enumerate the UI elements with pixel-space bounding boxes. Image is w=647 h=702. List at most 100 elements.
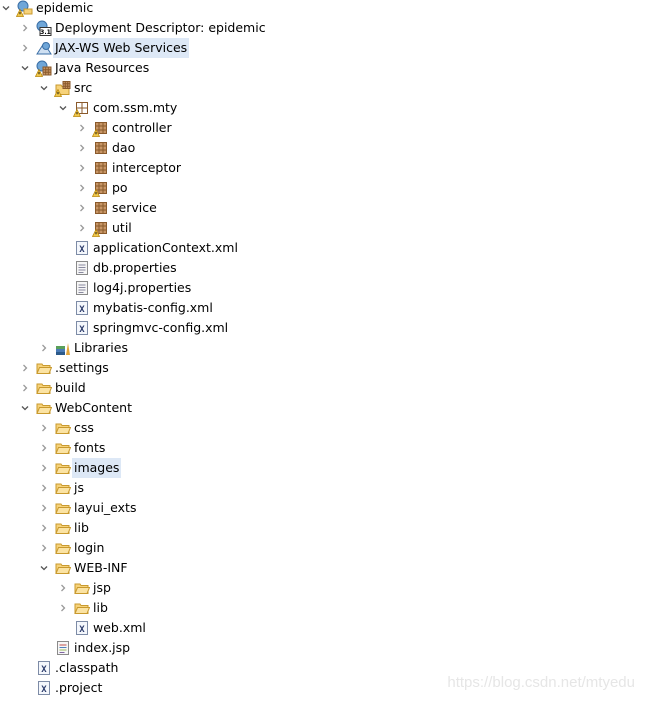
tree-item[interactable]: fonts [0,438,647,458]
tree-item-label[interactable]: lib [91,598,110,618]
tree-item[interactable]: log4j.properties [0,278,647,298]
tree-item-label[interactable]: index.jsp [72,638,132,658]
tree-item-label[interactable]: controller [110,118,174,138]
tree-item[interactable]: build [0,378,647,398]
tree-item-label[interactable]: interceptor [110,158,183,178]
tree-item-label[interactable]: layui_exts [72,498,138,518]
tree-item[interactable]: images [0,458,647,478]
chevron-right-icon[interactable] [38,478,50,498]
tree-item-label[interactable]: src [72,78,94,98]
tree-item-label[interactable]: lib [72,518,91,538]
tree-item[interactable]: lib [0,518,647,538]
chevron-right-icon[interactable] [38,458,50,478]
chevron-down-icon[interactable] [38,558,50,578]
tree-item-label[interactable]: .project [53,678,104,698]
chevron-right-icon[interactable] [57,578,69,598]
tree-item-label[interactable]: db.properties [91,258,179,278]
tree-item-label[interactable]: .settings [53,358,111,378]
chevron-right-icon[interactable] [19,38,31,58]
chevron-right-icon[interactable] [76,158,88,178]
chevron-down-icon[interactable] [57,98,69,118]
folder-icon [55,440,72,456]
tree-item[interactable]: JAX-WS Web Services [0,38,647,58]
tree-item[interactable]: Xspringmvc-config.xml [0,318,647,338]
tree-item-label[interactable]: JAX-WS Web Services [53,38,190,58]
tree-item-label[interactable]: epidemic [34,0,95,18]
tree-item[interactable]: Xmybatis-config.xml [0,298,647,318]
tree-item-label[interactable]: springmvc-config.xml [91,318,230,338]
tree-item[interactable]: css [0,418,647,438]
chevron-down-icon[interactable] [38,78,50,98]
tree-item-label[interactable]: com.ssm.mty [91,98,179,118]
chevron-right-icon[interactable] [57,598,69,618]
tree-item-label[interactable]: Libraries [72,338,130,358]
tree-item-label[interactable]: util [110,218,134,238]
tree-item-label[interactable]: web.xml [91,618,148,638]
chevron-right-icon[interactable] [19,358,31,378]
tree-item[interactable]: js [0,478,647,498]
chevron-right-icon[interactable] [76,118,88,138]
chevron-right-icon[interactable] [76,178,88,198]
chevron-right-icon[interactable] [76,138,88,158]
chevron-right-icon[interactable] [38,438,50,458]
chevron-right-icon[interactable] [38,338,50,358]
xml-file-icon: X [74,240,90,256]
svg-text:X: X [79,245,85,255]
tree-item-label[interactable]: .classpath [53,658,120,678]
tree-item[interactable]: controller [0,118,647,138]
tree-item[interactable]: Java Resources [0,58,647,78]
tree-item[interactable]: lib [0,598,647,618]
java-resources-icon [35,60,52,77]
tree-item-label[interactable]: Deployment Descriptor: epidemic [53,18,268,38]
tree-item-label[interactable]: js [72,478,86,498]
tree-item-label[interactable]: login [72,538,106,558]
tree-item[interactable]: dao [0,138,647,158]
chevron-right-icon[interactable] [76,218,88,238]
tree-item-label[interactable]: dao [110,138,137,158]
tree-item[interactable]: epidemic [0,0,647,18]
chevron-down-icon[interactable] [19,58,31,78]
tree-item[interactable]: 3.1 Deployment Descriptor: epidemic [0,18,647,38]
tree-item[interactable]: jsp [0,578,647,598]
tree-item-label[interactable]: applicationContext.xml [91,238,240,258]
chevron-down-icon[interactable] [0,0,12,18]
chevron-right-icon[interactable] [38,498,50,518]
tree-item-label[interactable]: mybatis-config.xml [91,298,215,318]
chevron-right-icon[interactable] [76,198,88,218]
chevron-right-icon[interactable] [19,18,31,38]
tree-item[interactable]: Libraries [0,338,647,358]
chevron-down-icon[interactable] [19,398,31,418]
tree-item-label[interactable]: jsp [91,578,113,598]
tree-item[interactable]: WebContent [0,398,647,418]
chevron-right-icon[interactable] [19,378,31,398]
tree-item[interactable]: util [0,218,647,238]
tree-item[interactable]: layui_exts [0,498,647,518]
tree-item[interactable]: XapplicationContext.xml [0,238,647,258]
xml-file-icon: X [36,680,52,696]
folder-icon [74,600,91,616]
tree-item-label[interactable]: log4j.properties [91,278,193,298]
tree-item[interactable]: login [0,538,647,558]
tree-item-label[interactable]: WebContent [53,398,134,418]
tree-item[interactable]: po [0,178,647,198]
tree-item-label[interactable]: WEB-INF [72,558,130,578]
tree-item-label[interactable]: images [72,458,122,478]
tree-item[interactable]: db.properties [0,258,647,278]
chevron-right-icon[interactable] [38,538,50,558]
chevron-right-icon[interactable] [38,418,50,438]
tree-item[interactable]: WEB-INF [0,558,647,578]
tree-item-label[interactable]: service [110,198,159,218]
tree-item-label[interactable]: Java Resources [53,58,151,78]
tree-item-label[interactable]: css [72,418,96,438]
tree-item[interactable]: Xweb.xml [0,618,647,638]
tree-item[interactable]: service [0,198,647,218]
tree-item-label[interactable]: build [53,378,88,398]
tree-item[interactable]: .settings [0,358,647,378]
tree-item[interactable]: com.ssm.mty [0,98,647,118]
tree-item[interactable]: interceptor [0,158,647,178]
tree-item-label[interactable]: po [110,178,130,198]
tree-item[interactable]: index.jsp [0,638,647,658]
chevron-right-icon[interactable] [38,518,50,538]
tree-item[interactable]: src [0,78,647,98]
tree-item-label[interactable]: fonts [72,438,107,458]
